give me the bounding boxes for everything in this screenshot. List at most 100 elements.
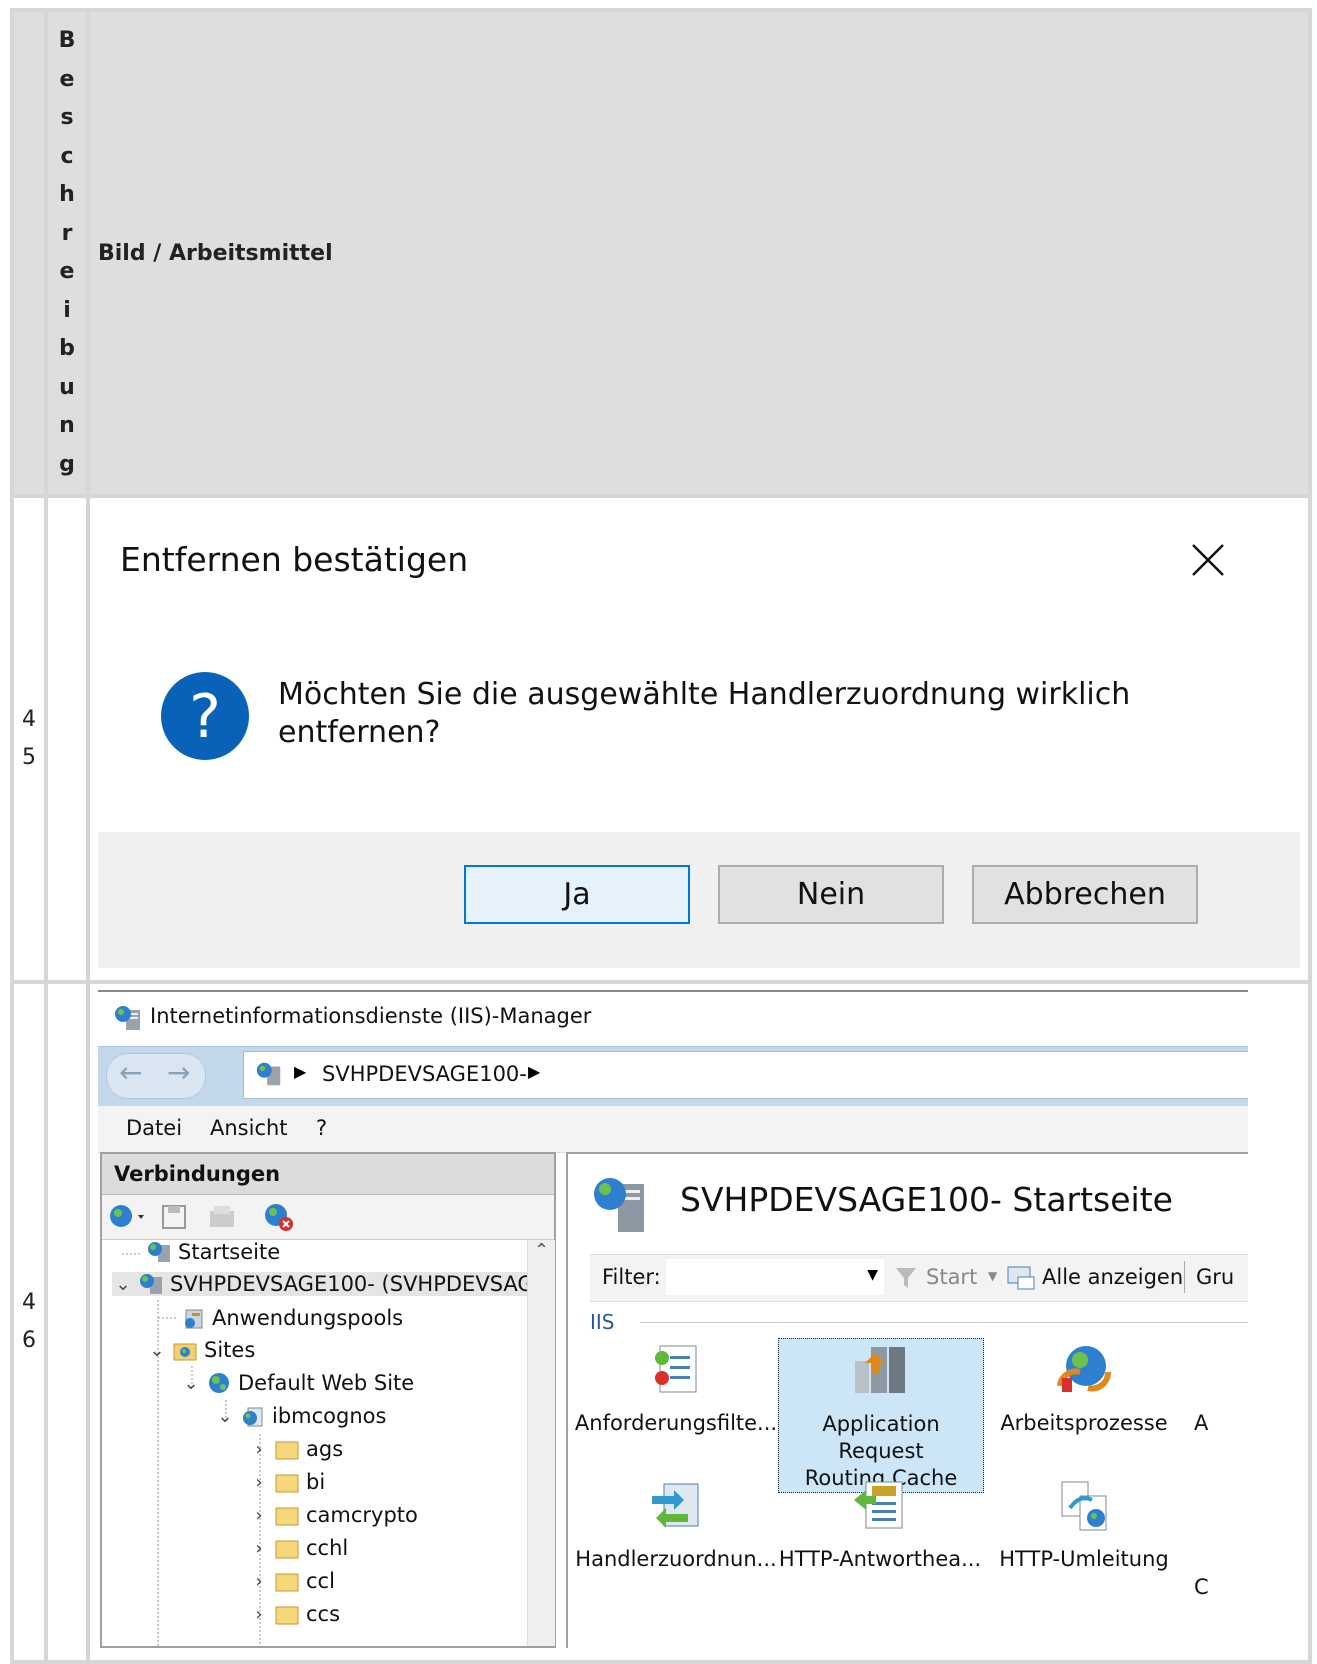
breadcrumb-arrow-icon[interactable]: ▶	[528, 1062, 540, 1081]
chevron-right-icon[interactable]: ›	[248, 1505, 270, 1526]
open-connection-icon[interactable]	[206, 1203, 240, 1231]
scroll-up-icon[interactable]: ⌃	[534, 1240, 549, 1261]
server-icon	[140, 1274, 162, 1294]
tree-item-label: Startseite	[178, 1240, 281, 1264]
yes-button[interactable]: Ja	[464, 865, 690, 924]
table-header-row: Beschreibung Bild / Arbeitsmittel	[10, 8, 1312, 498]
globe-icon	[209, 1373, 229, 1393]
tree-item-startseite[interactable]: Startseite	[146, 1240, 280, 1264]
chevron-down-icon[interactable]: ⌄	[112, 1274, 134, 1295]
row-image-cell: Internetinformationsdienste (IIS)-Manage…	[86, 980, 1312, 1664]
start-dropdown-icon[interactable]: ▼	[988, 1269, 997, 1283]
chevron-down-icon[interactable]: ⌄	[180, 1373, 202, 1394]
connect-globe-icon[interactable]	[108, 1203, 148, 1231]
show-all-button[interactable]: Alle anzeigen	[1042, 1265, 1183, 1289]
feature-handler-mappings[interactable]: Handlerzuordnun...	[574, 1478, 778, 1573]
feature-response-headers[interactable]: HTTP-Antworthea...	[778, 1478, 982, 1573]
dialog-button-bar: Ja Nein Abbrechen	[98, 832, 1300, 968]
chevron-right-icon[interactable]: ›	[248, 1604, 270, 1625]
sites-folder-icon	[173, 1343, 197, 1361]
folder-icon	[275, 1474, 299, 1493]
window-title: Internetinformationsdienste (IIS)-Manage…	[150, 1004, 592, 1028]
feature-truncated-c[interactable]: C	[1194, 1574, 1234, 1601]
start-page-icon	[148, 1242, 170, 1262]
svg-text:?: ?	[189, 682, 221, 752]
tree-item-server[interactable]: ⌄ SVHPDEVSAGE100- (SVHPDEVSAGE1	[112, 1272, 527, 1296]
tree-item-folder-cchl[interactable]: › cchl	[248, 1536, 348, 1560]
folder-icon	[275, 1606, 299, 1625]
connections-toolbar	[102, 1195, 554, 1240]
question-icon: ?	[161, 672, 249, 760]
header-cell-bild: Bild / Arbeitsmittel	[86, 8, 1312, 498]
tree-item-label: ags	[306, 1437, 344, 1461]
feature-label: A	[1194, 1411, 1209, 1435]
nav-buttons: ← →	[106, 1053, 206, 1099]
filter-label: Filter:	[602, 1265, 661, 1289]
header-cell-beschreibung: Beschreibung	[44, 8, 90, 498]
chevron-right-icon[interactable]: ›	[248, 1538, 270, 1559]
chevron-down-icon[interactable]: ⌄	[146, 1340, 168, 1361]
address-bar[interactable]: ▶ SVHPDEVSAGE100- ▶	[243, 1051, 1248, 1099]
filter-bar: Filter: ▼ Start ▼ Alle anzeigen Gru	[590, 1254, 1248, 1302]
tree-item-ibmcognos[interactable]: ⌄ ibmcognos	[214, 1404, 386, 1428]
save-icon[interactable]	[160, 1203, 190, 1231]
tree-item-folder-camcrypto[interactable]: › camcrypto	[248, 1503, 418, 1527]
chevron-right-icon[interactable]: ›	[248, 1472, 270, 1493]
connections-title: Verbindungen	[114, 1162, 281, 1186]
feature-request-filtering[interactable]: Anforderungsfilte...	[574, 1342, 778, 1437]
forward-arrow-icon[interactable]: →	[167, 1056, 190, 1089]
feature-http-redirect[interactable]: HTTP-Umleitung	[982, 1478, 1186, 1573]
feature-label: HTTP-Antworthea...	[778, 1547, 982, 1571]
response-headers-icon	[854, 1481, 903, 1529]
feature-arr-cache[interactable]: Application Request Routing Cache	[778, 1338, 984, 1493]
tree-item-folder-ags[interactable]: › ags	[248, 1437, 343, 1461]
application-icon	[243, 1407, 263, 1427]
dialog-title: Entfernen bestätigen	[120, 540, 469, 579]
home-pane: SVHPDEVSAGE100- Startseite Filter: ▼ Sta…	[566, 1152, 1248, 1648]
breadcrumb-arrow-icon: ▶	[294, 1062, 307, 1081]
menu-help[interactable]: ?	[316, 1116, 327, 1140]
table-row: 46 Internetinformationsdienste (IIS)-Man…	[10, 980, 1312, 1664]
group-by-button[interactable]: Gru	[1196, 1265, 1234, 1289]
folder-icon	[275, 1441, 299, 1460]
row-number-cell: 45	[10, 494, 48, 984]
connections-header: Verbindungen	[102, 1154, 554, 1195]
document-table: Beschreibung Bild / Arbeitsmittel 45 Ent…	[10, 8, 1312, 1664]
tree-item-folder-bi[interactable]: › bi	[248, 1470, 325, 1494]
tree-item-label: SVHPDEVSAGE100- (SVHPDEVSAGE1	[170, 1272, 527, 1296]
chevron-right-icon[interactable]: ›	[248, 1571, 270, 1592]
cancel-button[interactable]: Abbrechen	[972, 865, 1198, 924]
chevron-right-icon[interactable]: ›	[248, 1439, 270, 1460]
show-all-icon	[1007, 1266, 1035, 1290]
delete-connection-icon[interactable]	[262, 1201, 296, 1233]
row-number: 46	[22, 1290, 36, 1353]
dropdown-arrow-icon[interactable]: ▼	[867, 1267, 878, 1283]
row-description-cell	[44, 494, 90, 984]
tree-item-folder-ccl[interactable]: › ccl	[248, 1569, 335, 1593]
no-button[interactable]: Nein	[718, 865, 944, 924]
navigation-bar: ← → ▶ SVHPDEVSAGE100- ▶	[98, 1046, 1248, 1107]
tree-item-folder-ccs[interactable]: › ccs	[248, 1602, 340, 1626]
feature-worker-processes[interactable]: Arbeitsprozesse	[982, 1342, 1186, 1437]
back-arrow-icon[interactable]: ←	[119, 1056, 142, 1089]
tree-item-default-web-site[interactable]: ⌄ Default Web Site	[180, 1371, 414, 1395]
header-cell-empty	[10, 8, 48, 498]
filter-input[interactable]: ▼	[666, 1259, 884, 1295]
address-text: SVHPDEVSAGE100-	[322, 1062, 527, 1086]
tree-item-label: Sites	[204, 1338, 256, 1362]
feature-truncated-a[interactable]: A	[1194, 1410, 1234, 1437]
tree-item-sites[interactable]: ⌄ Sites	[146, 1338, 255, 1362]
menu-view[interactable]: Ansicht	[210, 1116, 288, 1140]
tree-item-app-pools[interactable]: Anwendungspools	[180, 1306, 403, 1330]
row-description-cell	[44, 980, 90, 1664]
http-redirect-icon	[1061, 1481, 1107, 1531]
menu-file[interactable]: Datei	[126, 1116, 182, 1140]
chevron-down-icon[interactable]: ⌄	[214, 1406, 236, 1427]
connections-pane: Verbindungen Startseite ⌄ SVHPDEVSAGE100…	[100, 1152, 556, 1648]
tree-item-label: cchl	[306, 1536, 349, 1560]
feature-label: C	[1194, 1575, 1209, 1599]
start-filter-button[interactable]: Start	[926, 1265, 977, 1289]
close-icon[interactable]	[1188, 540, 1228, 580]
group-divider	[640, 1322, 1248, 1323]
tree-scrollbar[interactable]: ⌃	[527, 1240, 555, 1646]
